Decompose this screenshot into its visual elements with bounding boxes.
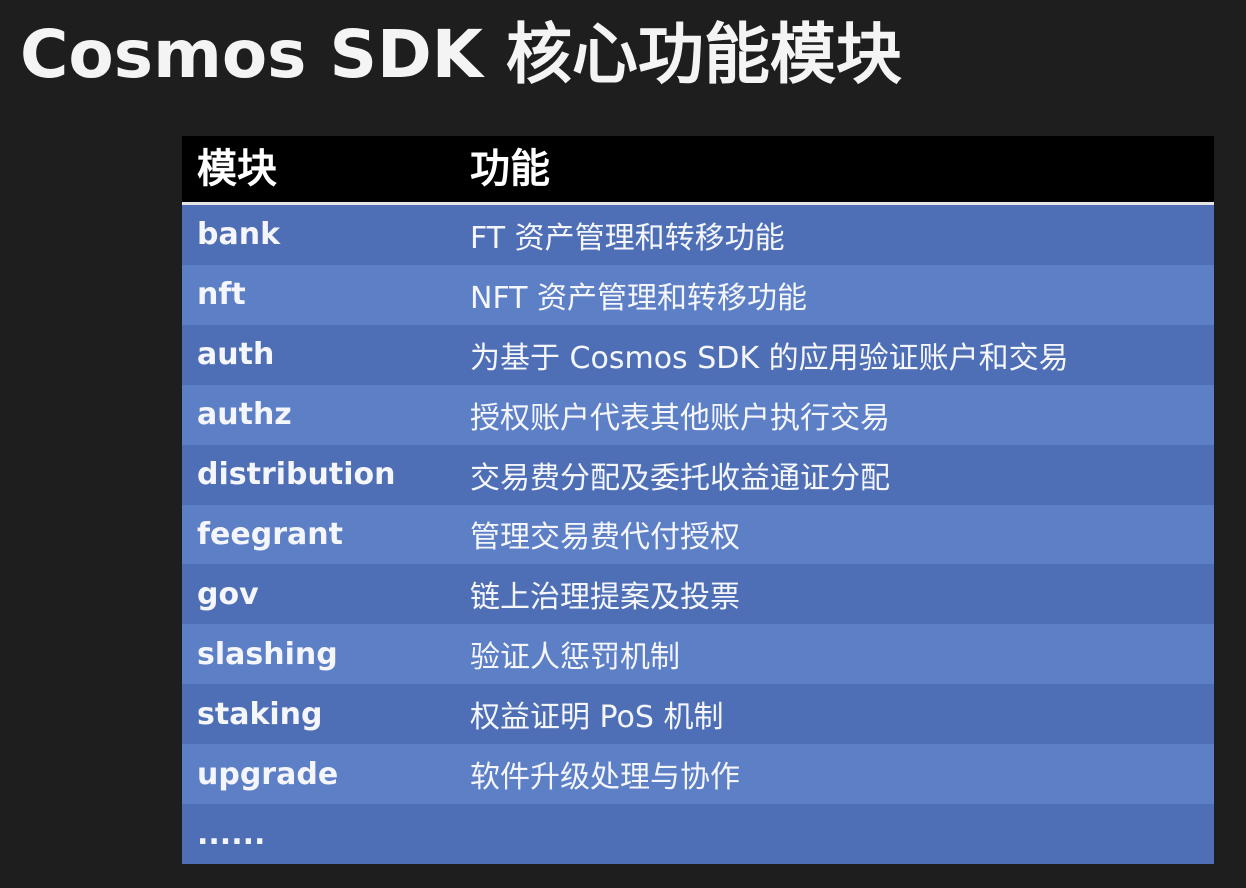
module-table: 模块 功能 bank FT 资产管理和转移功能 nft NFT 资产管理和转移功… xyxy=(182,136,1214,864)
header-function: 功能 xyxy=(470,146,550,192)
module-cell: gov xyxy=(197,576,259,612)
table-header: 模块 功能 xyxy=(182,136,1214,205)
table-row: feegrant 管理交易费代付授权 xyxy=(182,504,1214,565)
module-cell: slashing xyxy=(197,636,338,672)
function-cell: FT 资产管理和转移功能 xyxy=(470,220,785,256)
table-row: staking 权益证明 PoS 机制 xyxy=(182,684,1214,745)
function-cell: 管理交易费代付授权 xyxy=(470,520,740,556)
module-cell: staking xyxy=(197,696,323,732)
slide-title: Cosmos SDK 核心功能模块 xyxy=(20,16,902,93)
table-row: slashing 验证人惩罚机制 xyxy=(182,624,1214,685)
module-cell: distribution xyxy=(197,457,396,493)
module-cell: authz xyxy=(197,397,292,433)
function-cell: 权益证明 PoS 机制 xyxy=(470,700,724,736)
table-row: bank FT 资产管理和转移功能 xyxy=(182,205,1214,265)
module-cell: auth xyxy=(197,337,275,373)
table-row: gov 链上治理提案及投票 xyxy=(182,564,1214,625)
function-cell: NFT 资产管理和转移功能 xyxy=(470,280,808,316)
table-body: bank FT 资产管理和转移功能 nft NFT 资产管理和转移功能 auth… xyxy=(182,205,1214,864)
module-cell: bank xyxy=(197,217,281,253)
table-row: auth 为基于 Cosmos SDK 的应用验证账户和交易 xyxy=(182,324,1214,385)
function-cell: 为基于 Cosmos SDK 的应用验证账户和交易 xyxy=(470,340,1069,376)
module-cell: upgrade xyxy=(197,756,339,792)
function-cell: 软件升级处理与协作 xyxy=(470,760,740,796)
module-cell: nft xyxy=(197,277,246,313)
function-cell: 验证人惩罚机制 xyxy=(470,640,680,676)
table-row: distribution 交易费分配及委托收益通证分配 xyxy=(182,444,1214,505)
module-cell: feegrant xyxy=(197,516,343,552)
table-row: ...... xyxy=(182,804,1214,864)
module-cell-ellipsis: ...... xyxy=(197,816,266,852)
function-cell: 授权账户代表其他账户执行交易 xyxy=(470,400,890,436)
table-row: upgrade 软件升级处理与协作 xyxy=(182,744,1214,805)
table-row: authz 授权账户代表其他账户执行交易 xyxy=(182,384,1214,445)
table-row: nft NFT 资产管理和转移功能 xyxy=(182,264,1214,325)
header-module: 模块 xyxy=(197,146,277,192)
function-cell: 链上治理提案及投票 xyxy=(470,580,740,616)
function-cell: 交易费分配及委托收益通证分配 xyxy=(470,460,890,496)
